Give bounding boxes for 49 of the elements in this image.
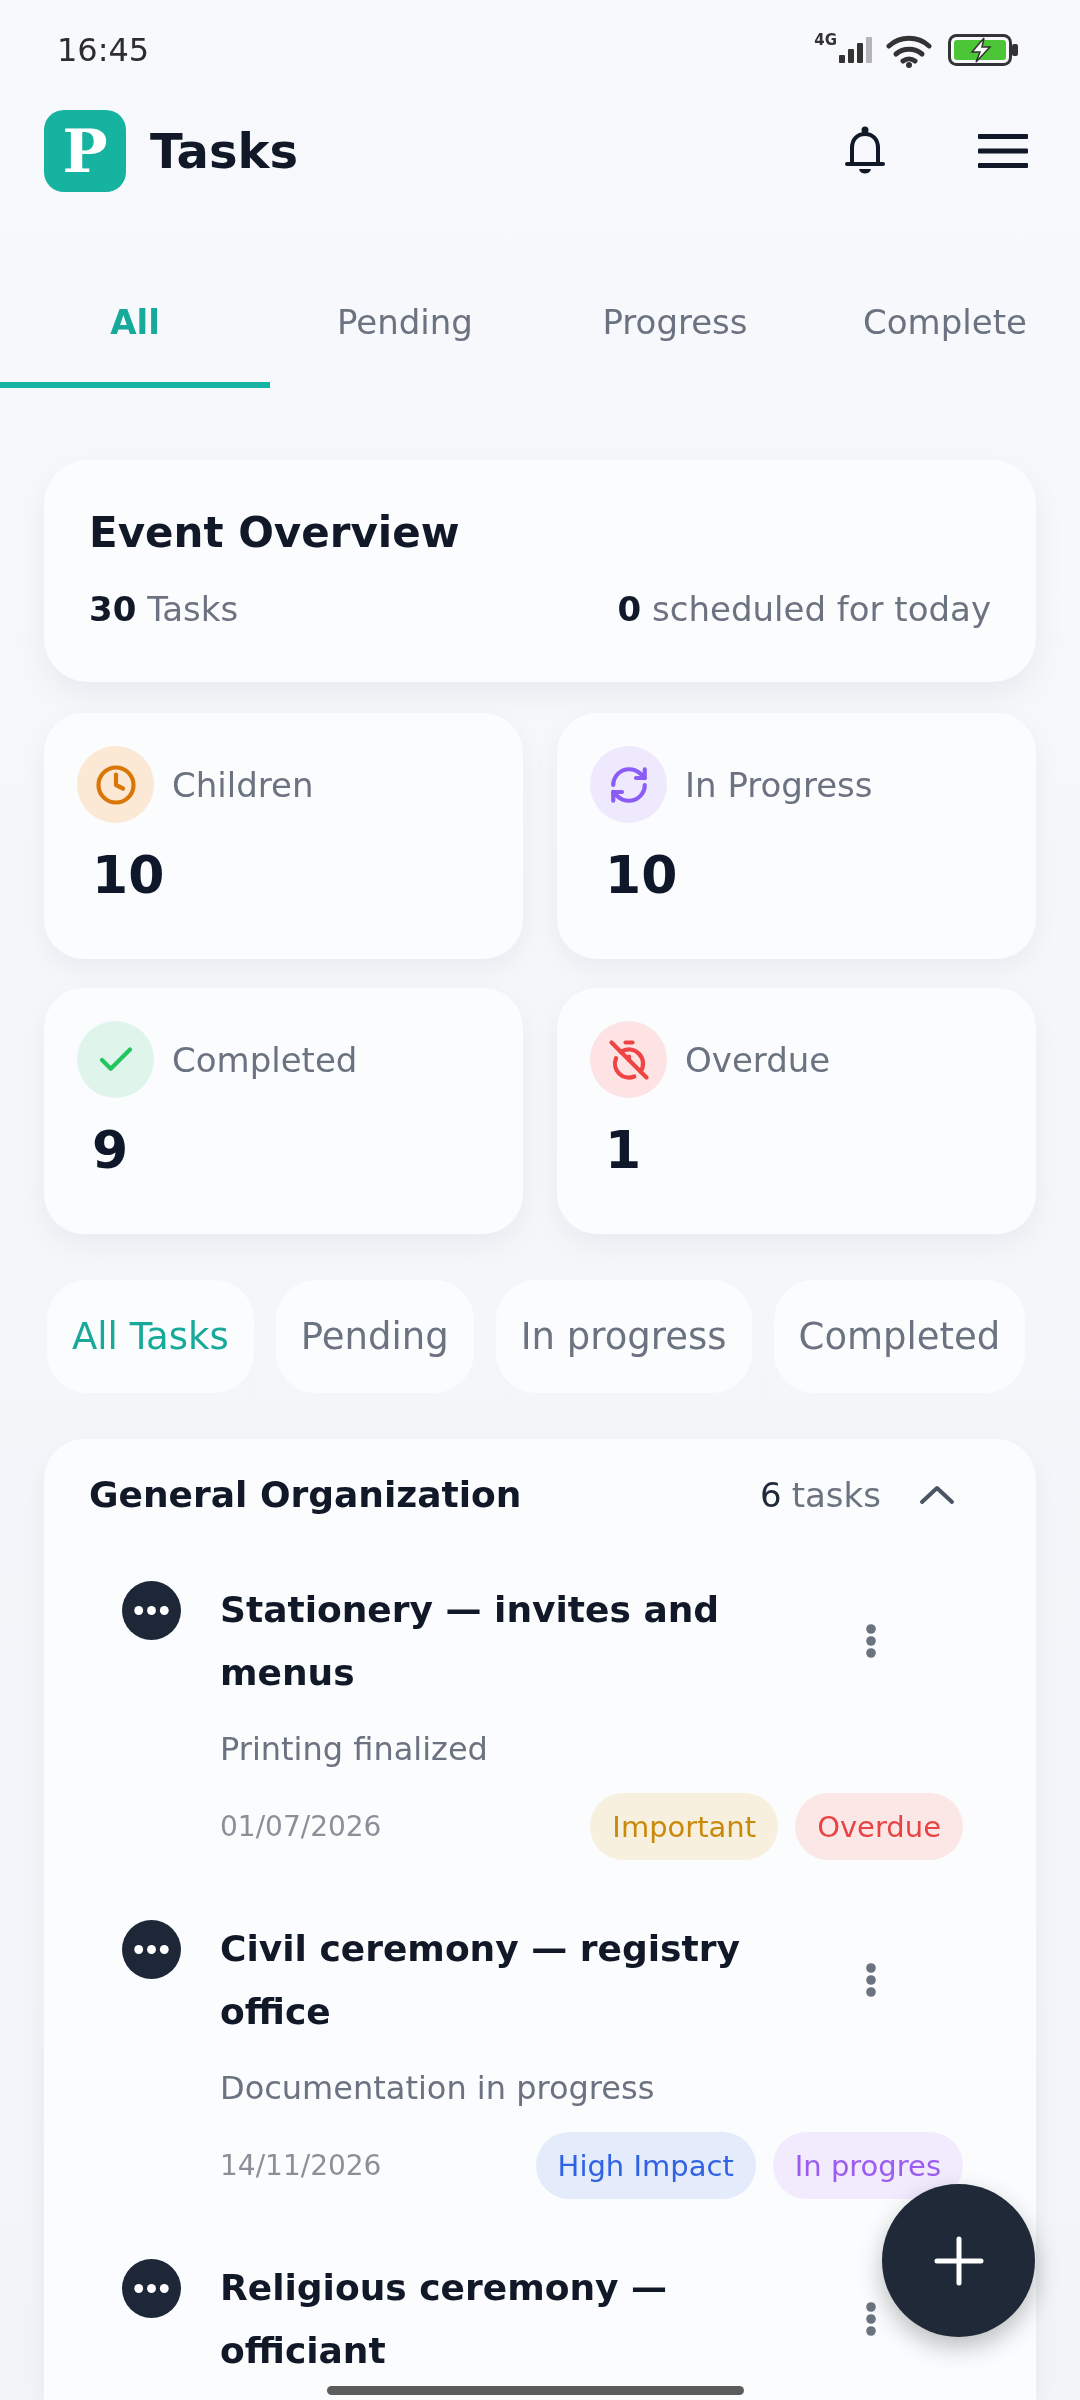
- stat-value: 1: [605, 1119, 642, 1181]
- task-description: Documentation in progress: [220, 2068, 656, 2109]
- filter-chip[interactable]: In progress: [495, 1280, 752, 1393]
- task-tag: Overdue: [795, 1793, 963, 1860]
- app-logo: P: [44, 110, 126, 192]
- kebab-menu-icon[interactable]: [865, 1624, 877, 1658]
- stat-value: 10: [605, 844, 678, 906]
- overview-title: Event Overview: [89, 508, 461, 558]
- kebab-menu-icon[interactable]: [865, 2302, 877, 2336]
- kebab-menu-icon[interactable]: [865, 1963, 877, 1997]
- stat-value: 10: [92, 844, 165, 906]
- filter-chip[interactable]: Pending: [275, 1280, 474, 1393]
- menu-icon[interactable]: [978, 134, 1028, 168]
- more-dots-icon: [122, 2259, 181, 2318]
- group-title: General Organization: [89, 1473, 522, 1517]
- app-title: Tasks: [150, 122, 298, 180]
- more-dots-icon: [122, 1920, 181, 1979]
- tab[interactable]: Pending: [270, 262, 540, 388]
- status-time: 16:45: [57, 34, 150, 66]
- filter-chip[interactable]: Completed: [773, 1280, 1026, 1393]
- stat-label: Completed: [172, 1038, 358, 1081]
- task-title: Religious ceremony — officiant: [220, 2266, 669, 2373]
- chevron-up-icon[interactable]: [919, 1485, 955, 1505]
- bell-icon[interactable]: [845, 126, 885, 176]
- task-title: Stationery — invites and menus: [220, 1588, 721, 1695]
- task-description: Printing finalized: [220, 1729, 489, 1770]
- total-tasks-text: 30 Tasks: [89, 588, 239, 630]
- plus-icon: [933, 2235, 984, 2286]
- network-type-label: 4G: [814, 32, 837, 48]
- task-tag: In progres: [772, 2132, 963, 2199]
- task-count-number: 6: [760, 1474, 782, 1517]
- task-tag: High Impact: [535, 2132, 756, 2199]
- task-tag: Important: [590, 1793, 779, 1860]
- scheduled-today-text: 0 scheduled for today: [617, 588, 991, 630]
- tab[interactable]: All: [0, 262, 270, 388]
- task-date: 14/11/2026: [220, 2147, 382, 2184]
- filter-chip[interactable]: All Tasks: [47, 1280, 254, 1393]
- battery-icon: [948, 34, 1018, 66]
- stat-label: Children: [172, 763, 314, 806]
- tab[interactable]: Complete: [810, 262, 1080, 388]
- more-dots-icon: [122, 1581, 181, 1640]
- stat-label: Overdue: [685, 1038, 831, 1081]
- stat-value: 9: [92, 1119, 129, 1181]
- task-date: 01/07/2026: [220, 1808, 382, 1845]
- tab[interactable]: Progress: [540, 262, 810, 388]
- signal-icon: [839, 37, 873, 63]
- stat-label: In Progress: [685, 763, 873, 806]
- task-count-label: tasks: [791, 1474, 881, 1517]
- task-title: Civil ceremony — registry office: [220, 1927, 741, 2034]
